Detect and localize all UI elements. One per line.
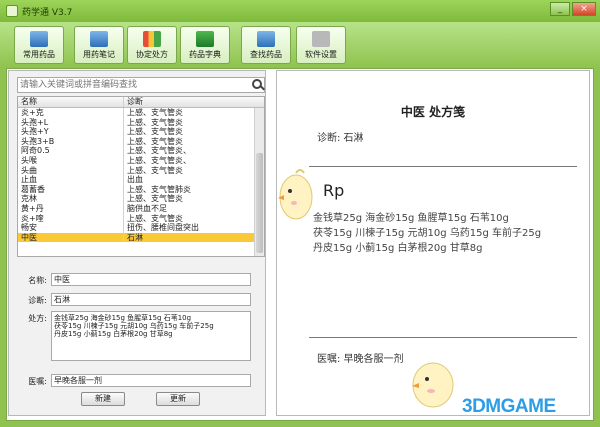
watermark-logo: 3DMGAME — [462, 396, 556, 417]
close-button[interactable]: × — [572, 2, 596, 16]
prescription-textarea[interactable]: 金钱草25g 海金砂15g 鱼腥草15g 石苇10g 茯苓15g 川楝子15g … — [51, 311, 251, 361]
table-rows: 炎+克 上感、支气管炎 头孢+L 上感、支气管炎 头孢+Y 上感、支气管炎 头孢3+B… — [18, 108, 264, 243]
chick-mascot-icon — [412, 362, 454, 408]
scrollbar-thumb[interactable] — [256, 153, 263, 253]
divider — [309, 166, 577, 167]
table-row[interactable]: 头曲 上感、支气管炎 — [18, 165, 264, 176]
agreed-prescription-button[interactable]: 协定处方 — [127, 26, 177, 64]
prescription-table: 名称 诊断 炎+克 上感、支气管炎 头孢+L 上感、支气管炎 头孢+Y 上感、支气管炎… — [17, 96, 265, 257]
table-row[interactable]: 葛蓄香 上感、支气管肺炎 — [18, 184, 264, 195]
diagnosis-field[interactable] — [51, 293, 251, 306]
preview-line: 茯苓15g 川楝子15g 元胡10g 乌药15g 车前子25g — [313, 228, 542, 239]
advice-field[interactable] — [51, 374, 251, 387]
edit-form: 名称: 诊断: 处方: 金钱草25g 海金砂15g 鱼腥草15g 石苇10g 茯… — [17, 264, 265, 412]
notebook-icon — [90, 31, 108, 47]
app-icon — [6, 5, 18, 17]
new-button[interactable]: 新建 — [81, 392, 125, 406]
name-field[interactable] — [51, 273, 251, 286]
magnifier-icon — [257, 31, 275, 47]
toolbar: 常用药品 用药笔记 协定处方 药品字典 查找药品 软件设置 — [0, 22, 600, 68]
window-title: 药学通 V3.7 — [22, 7, 73, 18]
preview-line: 丹皮15g 小蓟15g 白茅根20g 甘草8g — [313, 243, 483, 254]
preview-rp: Rp — [323, 181, 345, 200]
gear-icon — [312, 31, 330, 47]
bar-chart-icon — [143, 31, 161, 47]
preview-title: 中医 处方笺 — [400, 105, 466, 119]
preview-diagnosis: 诊断: 石淋 — [317, 133, 364, 144]
table-row[interactable]: 炎+克 上感、支气管炎 — [18, 108, 264, 118]
table-row[interactable]: 黄+丹 脑供血不足 — [18, 203, 264, 214]
divider — [309, 337, 577, 338]
table-row[interactable]: 克林 上感、支气管炎 — [18, 194, 264, 204]
medication-notes-button[interactable]: 用药笔记 — [74, 26, 124, 64]
title-bar: 药学通 V3.7 _ × — [0, 0, 600, 22]
table-row[interactable]: 止血 出血 — [18, 175, 264, 185]
name-label: 名称: — [28, 276, 47, 285]
column-header-name[interactable]: 名称 — [18, 97, 124, 107]
update-button[interactable]: 更新 — [156, 392, 200, 406]
table-row[interactable]: 炎+喹 上感、支气管炎 — [18, 213, 264, 224]
table-row[interactable]: 头喉 上感、支气管炎、 — [18, 155, 264, 166]
search-input[interactable] — [17, 77, 265, 93]
advice-label: 医嘱: — [28, 377, 47, 386]
table-row[interactable]: 畅安 扭伤、腰椎间盘突出 — [18, 223, 264, 233]
table-header: 名称 诊断 — [18, 97, 264, 108]
diagnosis-label: 诊断: — [28, 296, 47, 305]
drug-dictionary-button[interactable]: 药品字典 — [180, 26, 230, 64]
column-header-diagnosis[interactable]: 诊断 — [124, 97, 249, 107]
table-row[interactable]: 阿奇0.5 上感、支气管炎、 — [18, 146, 264, 156]
chick-mascot-icon — [278, 169, 313, 220]
minimize-button[interactable]: _ — [550, 2, 570, 16]
preview-prescription-lines: 金钱草25g 海金砂15g 鱼腥草15g 石苇10g 茯苓15g 川楝子15g … — [313, 211, 541, 256]
settings-button[interactable]: 软件设置 — [296, 26, 346, 64]
prescription-label: 处方: — [28, 314, 47, 323]
table-scrollbar[interactable] — [254, 108, 264, 256]
book-icon — [196, 31, 214, 47]
find-drugs-button[interactable]: 查找药品 — [241, 26, 291, 64]
preview-advice: 医嘱: 早晚各服一剂 — [317, 354, 404, 365]
table-row[interactable]: 头孢+Y 上感、支气管炎 — [18, 127, 264, 137]
search-icon[interactable] — [252, 79, 262, 89]
table-row[interactable]: 头孢3+B 上感、支气管炎 — [18, 136, 264, 147]
table-row-selected[interactable]: 中医 石淋 — [18, 232, 264, 243]
drug-list-icon — [30, 31, 48, 47]
preview-line: 金钱草25g 海金砂15g 鱼腥草15g 石苇10g — [313, 213, 509, 224]
table-row[interactable]: 头孢+L 上感、支气管炎 — [18, 117, 264, 128]
common-drugs-button[interactable]: 常用药品 — [14, 26, 64, 64]
